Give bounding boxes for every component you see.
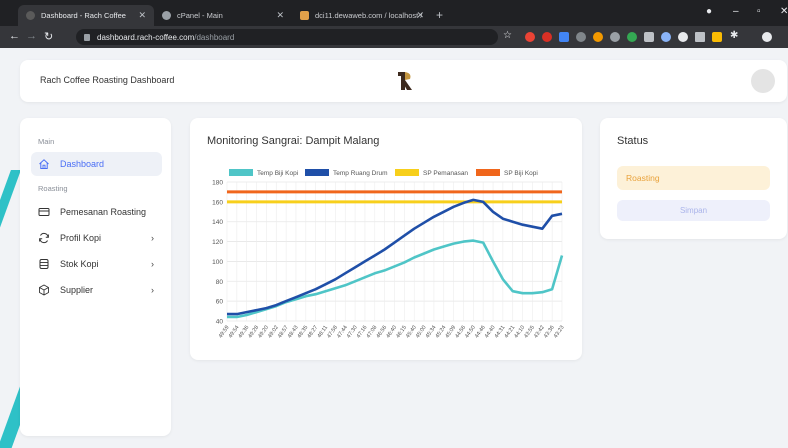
tab-title: dci11.dewaweb.com / localhost / (315, 11, 423, 20)
rach-favicon-icon (26, 11, 35, 20)
extension-icon[interactable] (525, 32, 535, 42)
extension-icon[interactable] (661, 32, 671, 42)
legend-swatch (476, 169, 500, 176)
extension-icon[interactable] (542, 32, 552, 42)
forward-icon[interactable]: → (26, 30, 37, 42)
maximize-icon[interactable]: ▫ (757, 6, 761, 17)
lock-icon (84, 33, 90, 41)
tab-title: Dashboard - Rach Coffee (41, 11, 126, 20)
window-close-icon[interactable]: ✕ (780, 6, 788, 17)
sidebar-item-label: Supplier (60, 285, 94, 295)
y-tick-label: 120 (212, 239, 223, 246)
home-icon (39, 159, 49, 169)
refresh-icon (39, 232, 49, 244)
app-header: Rach Coffee Roasting Dashboard (20, 60, 787, 102)
bookmark-star-icon[interactable]: ☆ (503, 30, 512, 41)
back-icon[interactable]: ← (9, 30, 20, 42)
new-tab-icon[interactable]: + (436, 8, 443, 22)
status-badge: Roasting (617, 166, 770, 190)
legend-label: SP Biji Kopi (504, 170, 538, 177)
sidebar-section-roasting: Roasting (38, 184, 68, 193)
y-tick-label: 160 (212, 199, 223, 206)
browser-tab[interactable]: Dashboard - Rach Coffee ✕ (18, 5, 154, 26)
legend-swatch (305, 169, 329, 176)
y-tick-label: 40 (216, 319, 224, 326)
sidebar-item-stok-kopi[interactable]: Stok Kopi › (31, 252, 162, 276)
sidebar-item-pemesanan-roasting[interactable]: Pemesanan Roasting (31, 200, 162, 224)
sidebar-item-label: Profil Kopi (60, 233, 102, 243)
legend-swatch (395, 169, 419, 176)
roasting-chart: 40608010012014016018049:5949:5449:3649:2… (212, 169, 566, 340)
page-title: Rach Coffee Roasting Dashboard (40, 75, 175, 85)
url-path: /dashboard (194, 32, 235, 42)
browser-tabbar: Dashboard - Rach Coffee ✕ cPanel - Main … (0, 0, 788, 26)
chart-card: Monitoring Sangrai: Dampit Malang 40 60 80… (190, 118, 582, 360)
browser-tab[interactable]: dci11.dewaweb.com / localhost / ✕ (292, 5, 432, 26)
y-tick-label: 180 (212, 180, 223, 187)
legend-swatch (229, 169, 253, 176)
extension-icon[interactable] (695, 32, 705, 42)
extension-icon[interactable] (593, 32, 603, 42)
extension-icon[interactable] (644, 32, 654, 42)
browser-toolbar: ← → ↻ dashboard.rach-coffee.com/dashboar… (0, 26, 788, 48)
browser-tab[interactable]: cPanel - Main ✕ (154, 5, 292, 26)
close-icon[interactable]: ✕ (138, 10, 146, 21)
close-icon[interactable]: ✕ (276, 10, 284, 21)
cpanel-favicon-icon (162, 11, 171, 20)
extension-icon[interactable] (627, 32, 637, 42)
y-tick-label: 80 (216, 279, 224, 286)
close-icon[interactable]: ✕ (416, 10, 424, 21)
phpmyadmin-favicon-icon (300, 11, 309, 20)
tab-title: cPanel - Main (177, 11, 223, 20)
profile-avatar-icon[interactable] (762, 32, 772, 42)
decor-stripe (0, 170, 21, 230)
rach-logo-icon (398, 72, 412, 90)
sidebar: Main Dashboard Roasting Pemesanan Roasti… (20, 118, 171, 436)
sidebar-section-main: Main (38, 137, 55, 146)
y-tick-label: 140 (212, 219, 223, 226)
extensions-puzzle-icon[interactable]: ✱ (730, 30, 738, 41)
avatar[interactable] (751, 69, 775, 93)
reload-icon[interactable]: ↻ (44, 30, 53, 43)
sidebar-item-label: Dashboard (60, 159, 105, 169)
legend-label: SP Pemanasan (423, 170, 468, 177)
chevron-right-icon: › (151, 233, 154, 243)
extension-icon[interactable] (610, 32, 620, 42)
x-tick-label: 43:23 (553, 325, 566, 340)
profile-icon[interactable]: ● (706, 6, 712, 17)
sidebar-item-label: Stok Kopi (60, 259, 99, 269)
sidebar-item-label: Pemesanan Roasting (60, 207, 147, 217)
sidebar-item-profil-kopi[interactable]: Profil Kopi › (31, 226, 162, 250)
chevron-right-icon: › (151, 259, 154, 269)
database-icon (39, 259, 49, 269)
credit-card-icon (38, 208, 50, 216)
save-button[interactable]: Simpan (617, 200, 770, 221)
sidebar-item-dashboard[interactable]: Dashboard (31, 152, 162, 176)
extension-icon[interactable] (678, 32, 688, 42)
extension-icon[interactable] (559, 32, 569, 42)
y-tick-label: 60 (216, 299, 224, 306)
status-card: Status Roasting Simpan (600, 118, 787, 239)
status-title: Status (617, 135, 649, 147)
address-bar[interactable]: dashboard.rach-coffee.com/dashboard (76, 29, 498, 45)
sidebar-item-supplier[interactable]: Supplier › (31, 278, 162, 302)
extension-icon[interactable] (712, 32, 722, 42)
box-icon (39, 284, 49, 296)
minimize-icon[interactable]: – (733, 6, 739, 17)
legend-label: Temp Biji Kopi (257, 170, 298, 177)
chevron-right-icon: › (151, 285, 154, 295)
y-tick-label: 100 (212, 259, 223, 266)
legend-label: Temp Ruang Drum (333, 170, 388, 177)
url-host: dashboard.rach-coffee.com (97, 32, 195, 42)
extension-icon[interactable] (576, 32, 586, 42)
